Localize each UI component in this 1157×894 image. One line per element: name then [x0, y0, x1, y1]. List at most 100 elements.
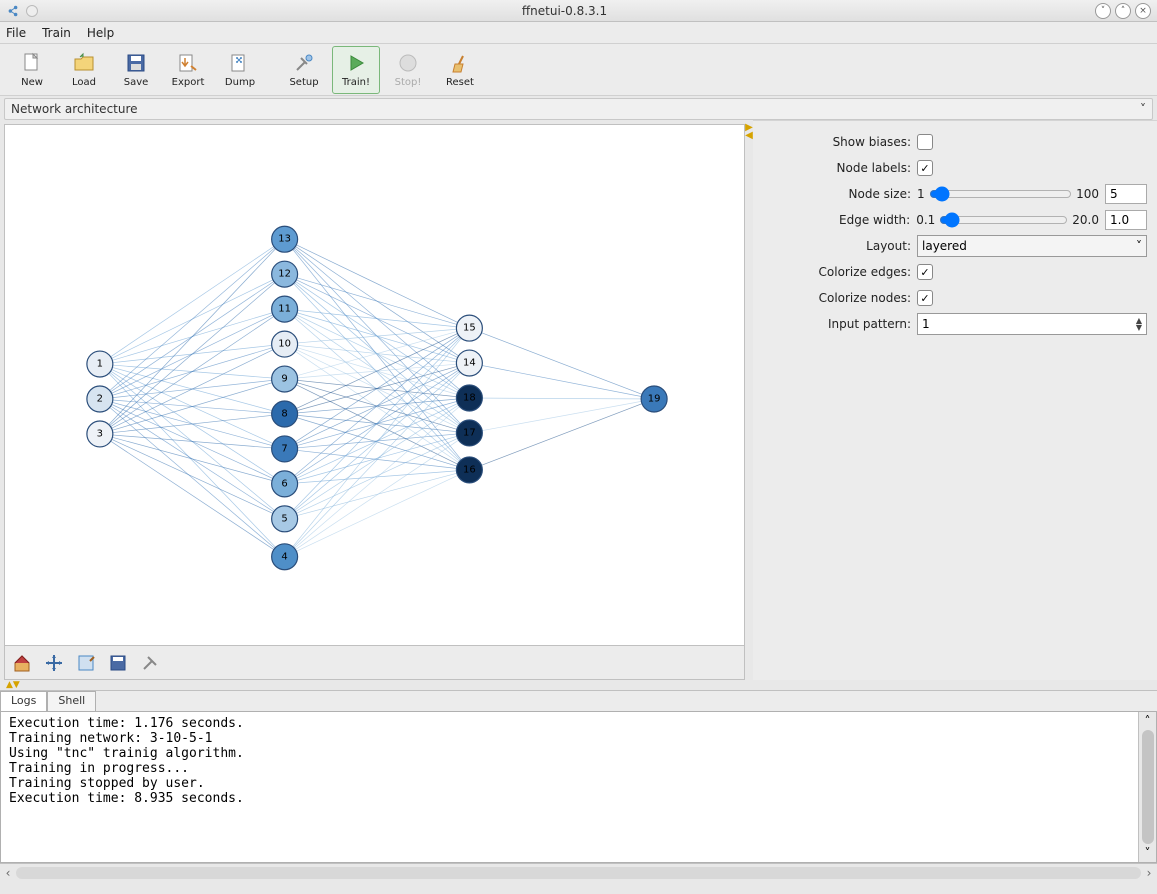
node-size-field[interactable]: [1105, 184, 1147, 204]
reset-label: Reset: [446, 77, 474, 88]
scroll-right-icon: ›: [1141, 866, 1157, 880]
svg-text:17: 17: [463, 427, 476, 438]
titlebar-dot-icon: [26, 5, 38, 17]
export-label: Export: [172, 77, 205, 88]
load-button[interactable]: Load: [60, 46, 108, 94]
tools-icon: [292, 51, 316, 75]
menubar: File Train Help: [0, 22, 1157, 44]
layout-select[interactable]: layered ˅: [917, 235, 1147, 257]
zoom-rect-icon[interactable]: [75, 652, 97, 674]
minimize-button[interactable]: ˅: [1095, 3, 1111, 19]
folder-open-icon: [72, 51, 96, 75]
node-size-label: Node size:: [763, 187, 911, 201]
svg-text:14: 14: [463, 358, 476, 369]
home-icon[interactable]: [11, 652, 33, 674]
edge-width-max: 20.0: [1072, 213, 1099, 227]
svg-text:3: 3: [97, 428, 103, 439]
scroll-down-icon: ˅: [1145, 846, 1151, 860]
toolbar: New Load Save Export Dump Setup Train! S…: [0, 44, 1157, 96]
scroll-thumb[interactable]: [1142, 730, 1154, 844]
menu-file[interactable]: File: [6, 26, 26, 40]
menu-help[interactable]: Help: [87, 26, 114, 40]
colorize-edges-checkbox[interactable]: ✓: [917, 264, 933, 280]
setup-label: Setup: [289, 77, 318, 88]
stop-button[interactable]: Stop!: [384, 46, 432, 94]
edge-width-field[interactable]: [1105, 210, 1147, 230]
maximize-button[interactable]: ˄: [1115, 3, 1131, 19]
edge-width-label: Edge width:: [763, 213, 910, 227]
dump-icon: [228, 51, 252, 75]
svg-text:16: 16: [463, 464, 476, 475]
train-button[interactable]: Train!: [332, 46, 380, 94]
chevron-down-icon: ˅: [1136, 239, 1142, 253]
window-title: ffnetui-0.8.3.1: [38, 4, 1091, 18]
log-scrollbar-horizontal[interactable]: ‹ ›: [0, 863, 1157, 881]
floppy-save-icon: [124, 51, 148, 75]
svg-text:1: 1: [97, 359, 103, 370]
splitter-arrow-left-icon: ◀: [745, 132, 753, 140]
svg-text:6: 6: [281, 478, 287, 489]
properties-pane: Show biases: Node labels: ✓ Node size: 1…: [753, 120, 1157, 680]
floppy-save-icon[interactable]: [107, 652, 129, 674]
stop-label: Stop!: [395, 77, 422, 88]
colorize-nodes-checkbox[interactable]: ✓: [917, 290, 933, 306]
new-label: New: [21, 77, 43, 88]
layout-value: layered: [922, 239, 967, 253]
vertical-splitter[interactable]: ▶ ◀: [745, 120, 753, 680]
layout-label: Layout:: [763, 239, 911, 253]
export-button[interactable]: Export: [164, 46, 212, 94]
svg-text:12: 12: [278, 269, 291, 280]
show-biases-label: Show biases:: [763, 135, 911, 149]
view-selector-label: Network architecture: [11, 102, 138, 116]
scroll-up-icon: ˄: [1145, 714, 1151, 728]
graph-canvas[interactable]: 12313121110987654151418171619: [4, 124, 745, 680]
svg-text:13: 13: [278, 234, 291, 245]
menu-train[interactable]: Train: [42, 26, 71, 40]
spinner-arrows-icon: ▲▼: [1136, 317, 1142, 331]
stop-icon: [396, 51, 420, 75]
chevron-down-icon: ˅: [1140, 102, 1146, 116]
configure-icon[interactable]: [139, 652, 161, 674]
horizontal-splitter[interactable]: ▲▼: [0, 680, 1157, 690]
close-button[interactable]: ×: [1135, 3, 1151, 19]
app-icon: [6, 4, 20, 18]
edge-width-slider[interactable]: [939, 212, 1068, 228]
setup-button[interactable]: Setup: [280, 46, 328, 94]
file-new-icon: [20, 51, 44, 75]
colorize-edges-label: Colorize edges:: [763, 265, 911, 279]
scroll-thumb-horizontal[interactable]: [16, 867, 1141, 879]
input-pattern-value: 1: [922, 317, 930, 331]
input-pattern-label: Input pattern:: [763, 317, 911, 331]
dump-button[interactable]: Dump: [216, 46, 264, 94]
svg-text:11: 11: [278, 304, 291, 315]
train-label: Train!: [342, 77, 370, 88]
edge-width-min: 0.1: [916, 213, 935, 227]
svg-text:2: 2: [97, 394, 103, 405]
svg-text:5: 5: [281, 513, 287, 524]
canvas-toolbar: [5, 645, 744, 679]
save-label: Save: [124, 77, 149, 88]
node-labels-label: Node labels:: [763, 161, 911, 175]
reset-button[interactable]: Reset: [436, 46, 484, 94]
tab-logs[interactable]: Logs: [0, 691, 47, 711]
view-selector[interactable]: Network architecture ˅: [4, 98, 1153, 120]
svg-text:18: 18: [463, 393, 476, 404]
log-scrollbar-vertical[interactable]: ˄ ˅: [1138, 712, 1156, 862]
new-button[interactable]: New: [8, 46, 56, 94]
show-biases-checkbox[interactable]: [917, 134, 933, 150]
bottom-tabs: Logs Shell: [0, 691, 1157, 711]
svg-text:19: 19: [648, 394, 661, 405]
node-size-slider[interactable]: [929, 186, 1072, 202]
svg-text:7: 7: [281, 443, 287, 454]
pan-icon[interactable]: [43, 652, 65, 674]
load-label: Load: [72, 77, 96, 88]
svg-text:9: 9: [281, 374, 287, 385]
node-labels-checkbox[interactable]: ✓: [917, 160, 933, 176]
titlebar: ffnetui-0.8.3.1 ˅ ˄ ×: [0, 0, 1157, 22]
save-button[interactable]: Save: [112, 46, 160, 94]
tab-shell[interactable]: Shell: [47, 691, 96, 711]
export-icon: [176, 51, 200, 75]
svg-text:15: 15: [463, 323, 476, 334]
input-pattern-spinner[interactable]: 1 ▲▼: [917, 313, 1147, 335]
svg-text:8: 8: [281, 408, 287, 419]
